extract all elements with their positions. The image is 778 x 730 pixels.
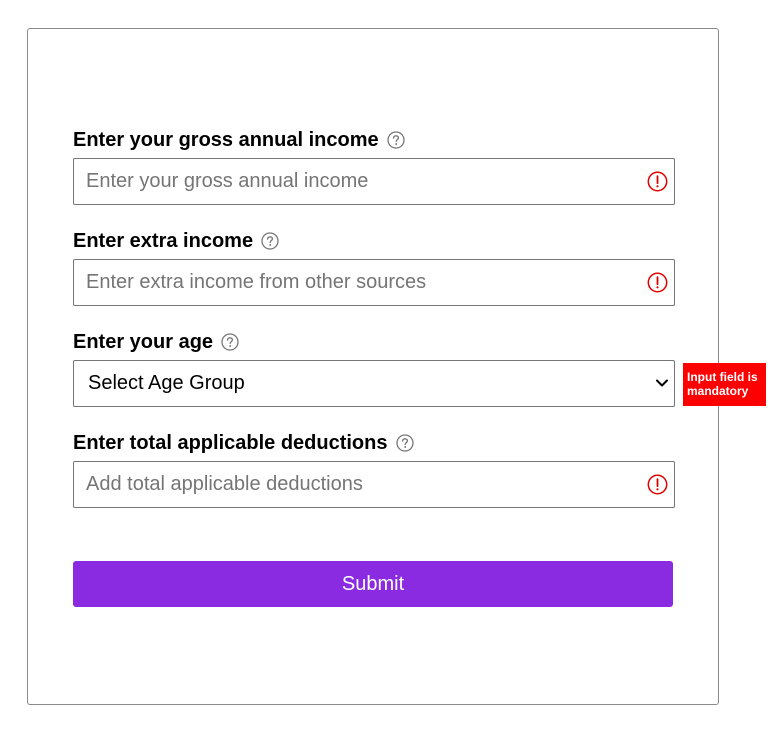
age-select[interactable]: Select Age Group — [73, 360, 675, 407]
question-circle-icon[interactable] — [386, 131, 405, 149]
question-circle-icon[interactable] — [395, 434, 414, 452]
gross-income-input[interactable] — [73, 158, 675, 205]
deductions-label: Enter total applicable deductions — [73, 431, 388, 454]
age-label: Enter your age — [73, 330, 214, 353]
extra-income-label: Enter extra income — [73, 229, 254, 252]
exclamation-circle-icon — [647, 272, 668, 293]
mandatory-tooltip: Input field is mandatory — [683, 363, 766, 406]
age-select-value[interactable]: Select Age Group — [73, 360, 675, 407]
extra-income-input[interactable] — [73, 259, 675, 306]
age-field: Enter your age Select Age Group — [73, 330, 675, 407]
question-circle-icon[interactable] — [221, 333, 239, 351]
submit-button[interactable]: Submit — [73, 561, 673, 607]
deductions-input[interactable] — [73, 461, 675, 508]
age-selected-text: Select Age Group — [88, 372, 245, 394]
deductions-field: Enter total applicable deductions — [73, 431, 675, 508]
extra-income-field: Enter extra income — [73, 229, 675, 306]
gross-income-label: Enter your gross annual income — [73, 128, 379, 151]
exclamation-circle-icon — [647, 474, 668, 495]
gross-income-field: Enter your gross annual income — [73, 128, 675, 205]
chevron-down-icon[interactable] — [655, 376, 669, 390]
exclamation-circle-icon — [647, 171, 668, 192]
question-circle-icon[interactable] — [261, 232, 279, 250]
